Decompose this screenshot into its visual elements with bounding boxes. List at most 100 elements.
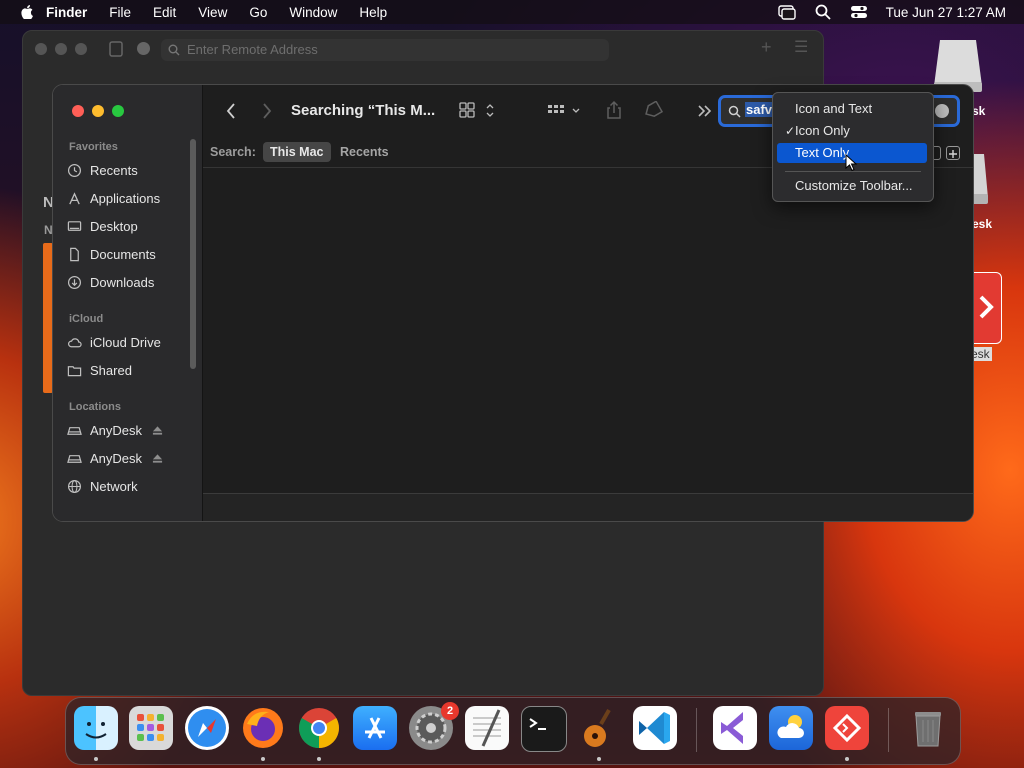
network-icon (67, 479, 82, 493)
dock-terminal-icon[interactable] (521, 706, 567, 752)
scope-this-mac[interactable]: This Mac (263, 142, 331, 162)
dock-running-indicator (261, 757, 265, 761)
sidebar-item-label: Downloads (90, 274, 155, 290)
sidebar-item-label: Desktop (90, 218, 138, 234)
anydesk-new-tab-icon[interactable]: + (761, 37, 772, 58)
anydesk-zoom-button[interactable] (75, 43, 87, 55)
dock-running-indicator (845, 757, 849, 761)
dock-running-indicator (94, 757, 98, 761)
add-search-criteria-button[interactable] (946, 146, 960, 160)
sidebar-item-label: Shared (90, 362, 132, 378)
more-toolbar-icon[interactable] (697, 104, 713, 118)
dock: 2 (65, 697, 961, 765)
screen-mirroring-icon[interactable] (777, 3, 796, 21)
clock-icon (67, 163, 82, 177)
menu-go[interactable]: Go (249, 5, 267, 20)
eject-icon[interactable] (152, 425, 163, 436)
sidebar-scrollbar[interactable] (190, 139, 196, 369)
desktop-label-2: esk (972, 217, 993, 231)
dock-launchpad-icon[interactable] (129, 706, 173, 750)
sidebar-item-anydesk-1[interactable]: AnyDesk (67, 419, 163, 441)
desktop-icon (67, 220, 82, 231)
menu-view[interactable]: View (198, 5, 227, 20)
menu-clock[interactable]: Tue Jun 27 1:27 AM (886, 5, 1006, 20)
dock-app-store-icon[interactable] (353, 706, 397, 750)
menu-file[interactable]: File (109, 5, 131, 20)
dock-garageband-icon[interactable] (577, 706, 621, 750)
sidebar-item-documents[interactable]: Documents (67, 243, 156, 265)
sidebar-item-label: Documents (90, 246, 156, 262)
dock-safari-icon[interactable] (185, 706, 229, 750)
menu-item-icon-only[interactable]: ✓ Icon Only (777, 121, 927, 141)
drive-icon (67, 426, 82, 435)
anydesk-close-button[interactable] (35, 43, 47, 55)
sidebar-item-label: iCloud Drive (90, 334, 161, 350)
sidebar-item-shared[interactable]: Shared (67, 359, 132, 381)
sidebar-header-favorites: Favorites (69, 141, 118, 153)
window-title: Searching “This M... (291, 102, 436, 119)
menu-edit[interactable]: Edit (153, 5, 176, 20)
back-icon[interactable] (225, 102, 237, 120)
menu-app-name[interactable]: Finder (46, 5, 87, 20)
group-icon[interactable] (547, 103, 583, 119)
search-results-area[interactable] (203, 168, 973, 492)
anydesk-files-icon[interactable] (109, 41, 123, 57)
mouse-cursor-icon (845, 154, 858, 172)
dock-finder-icon[interactable] (74, 706, 118, 750)
clear-search-icon[interactable] (935, 104, 949, 118)
minimize-button[interactable] (92, 105, 104, 117)
view-grid-icon[interactable] (459, 102, 499, 120)
sidebar-item-label: Network (90, 478, 138, 494)
search-scope-label: Search: (210, 145, 256, 159)
share-icon[interactable] (605, 100, 623, 120)
dock-chrome-icon[interactable] (297, 706, 341, 750)
anydesk-status-icon (137, 42, 150, 55)
zoom-button[interactable] (112, 105, 124, 117)
dock-running-indicator (317, 757, 321, 761)
sidebar-item-network[interactable]: Network (67, 475, 138, 497)
apple-icon[interactable] (20, 5, 34, 19)
sidebar-item-desktop[interactable]: Desktop (67, 215, 138, 237)
applications-icon (69, 191, 80, 204)
scope-recents[interactable]: Recents (333, 142, 396, 162)
dock-trash-icon[interactable] (906, 706, 950, 750)
sidebar-item-icloud-drive[interactable]: iCloud Drive (67, 331, 161, 353)
control-center-icon[interactable] (850, 3, 868, 21)
anydesk-menu-icon[interactable]: ☰ (794, 37, 808, 57)
dock-anydesk-icon[interactable] (825, 706, 869, 750)
menu-help[interactable]: Help (359, 5, 387, 20)
sidebar-item-recents[interactable]: Recents (67, 159, 138, 181)
tag-icon[interactable] (643, 101, 663, 119)
dock-visual-studio-icon[interactable] (713, 706, 757, 750)
sidebar-item-label: AnyDesk (90, 450, 143, 466)
download-icon (67, 275, 82, 289)
search-icon (728, 105, 741, 118)
desktop-label-1: sk (972, 104, 986, 118)
sidebar-item-anydesk-2[interactable]: AnyDesk (67, 447, 163, 469)
search-query[interactable]: safv (745, 102, 774, 117)
drive-icon (67, 454, 82, 463)
close-button[interactable] (72, 105, 84, 117)
eject-icon[interactable] (152, 453, 163, 464)
spotlight-icon[interactable] (814, 3, 832, 21)
cloud-icon (68, 337, 82, 347)
menu-item-icon-and-text[interactable]: Icon and Text (777, 99, 927, 119)
anydesk-address-field[interactable]: Enter Remote Address (161, 39, 609, 61)
menu-window[interactable]: Window (289, 5, 337, 20)
dock-firefox-icon[interactable] (241, 706, 285, 750)
sidebar-item-label: Applications (90, 190, 161, 206)
dock-running-indicator (597, 757, 601, 761)
settings-notification-badge: 2 (441, 702, 459, 720)
dock-separator (888, 708, 889, 752)
forward-icon[interactable] (261, 102, 273, 120)
sidebar-header-icloud: iCloud (69, 313, 104, 325)
sidebar-item-downloads[interactable]: Downloads (67, 271, 154, 293)
anydesk-minimize-button[interactable] (55, 43, 67, 55)
dock-weather-icon[interactable] (769, 706, 813, 750)
dock-vscode-icon[interactable] (633, 706, 677, 750)
plus-icon (949, 150, 957, 158)
dock-textedit-icon[interactable] (465, 706, 509, 750)
menu-item-customize-toolbar[interactable]: Customize Toolbar... (777, 176, 927, 196)
sidebar-item-applications[interactable]: Applications (67, 187, 160, 209)
sidebar-header-locations: Locations (69, 401, 121, 413)
